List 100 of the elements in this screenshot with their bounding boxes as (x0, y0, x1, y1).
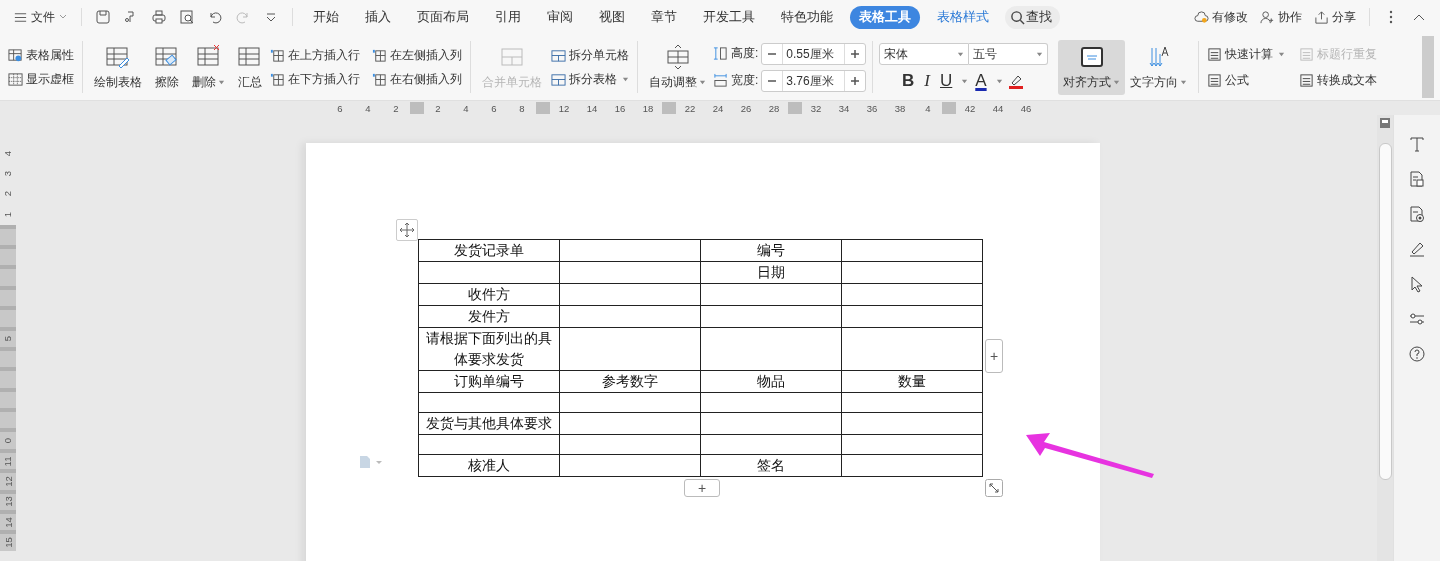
menu-tab[interactable]: 插入 (356, 5, 400, 29)
italic-button[interactable]: I (921, 71, 933, 91)
document-bookmark-icon[interactable] (1408, 170, 1426, 188)
text-direction-button[interactable]: 文字方向 (1125, 40, 1193, 94)
split-button[interactable]: 拆分表格 (549, 69, 631, 89)
ruler-marker[interactable] (942, 102, 956, 114)
changes-button[interactable]: 有修改 (1189, 5, 1253, 29)
dashed-grid-icon (8, 71, 23, 87)
calc-button[interactable]: 公式 (1205, 70, 1288, 90)
font-color-button[interactable]: A (972, 71, 990, 91)
split-table-icon (551, 71, 566, 87)
menu-tab[interactable]: 特色功能 (772, 5, 842, 29)
insert-button[interactable]: 在右侧插入列 (370, 69, 464, 89)
file-menu[interactable]: 文件 (8, 5, 73, 29)
resize-handle-icon[interactable] (985, 479, 1003, 497)
insert-button[interactable]: 在上方插入行 (268, 45, 362, 65)
ruler-number: 32 (809, 102, 823, 114)
share-button[interactable]: 分享 (1309, 5, 1361, 29)
show-gridlines-button[interactable]: 显示虚框 (6, 69, 76, 89)
search-icon (1010, 9, 1025, 25)
ruler-number: 46 (1019, 102, 1033, 114)
search-button[interactable]: 查找 (1005, 5, 1060, 29)
font-family-select[interactable]: 宋体 (879, 43, 970, 65)
caret-icon[interactable] (961, 77, 969, 85)
table-cell: 数量 (841, 370, 983, 393)
menu-tab[interactable]: 开始 (304, 5, 348, 29)
ruler-number: 12 (2, 476, 14, 487)
split-button[interactable]: 拆分单元格 (549, 45, 631, 65)
height-icon (713, 46, 728, 61)
ribbon-button[interactable]: 绘制表格 (89, 40, 147, 94)
menu-tab[interactable]: 审阅 (538, 5, 582, 29)
ruler-number: 4 (364, 102, 372, 114)
ruler-number: 22 (683, 102, 697, 114)
menu-tab[interactable]: 表格工具 (850, 5, 920, 29)
undo-icon[interactable] (207, 9, 223, 25)
insert-button[interactable]: 在下方插入行 (268, 69, 362, 89)
font-size-select[interactable]: 五号 (969, 43, 1049, 65)
auto-fit-icon (664, 43, 691, 70)
caret-icon (218, 78, 225, 86)
ruler-number: 18 (641, 102, 655, 114)
calc-button[interactable]: 快速计算 (1205, 44, 1288, 64)
caret-icon (1278, 50, 1286, 58)
calculator-icon (1207, 46, 1223, 62)
table-cell: 编号 (700, 239, 842, 262)
menu-tab[interactable]: 引用 (486, 5, 530, 29)
caret-icon (699, 78, 706, 86)
ruler-marker[interactable] (536, 102, 550, 114)
ruler-number: 4 (462, 102, 470, 114)
caret-icon (1180, 78, 1188, 86)
ribbon-button[interactable]: 汇总 (232, 40, 268, 94)
ruler-number: 4 (924, 102, 932, 114)
document-badge-icon[interactable] (1408, 205, 1426, 223)
ruler-number: 3 (2, 170, 14, 177)
ribbon-button[interactable]: 擦除 (149, 40, 185, 94)
menu-tab[interactable]: 视图 (590, 5, 634, 29)
underline-button[interactable]: U (937, 71, 956, 91)
scrollbar-thumb[interactable] (1378, 143, 1392, 480)
menu-tab[interactable]: 表格样式 (928, 5, 998, 29)
insert-table-icon (372, 47, 387, 63)
ruler-number: 15 (2, 537, 14, 548)
caret-icon[interactable] (995, 77, 1003, 85)
table-cell: 订购单编号 (418, 370, 560, 393)
table-cell: 请根据下面列出的具体要求发货 (418, 327, 560, 371)
insert-button[interactable]: 在左侧插入列 (370, 45, 464, 65)
height-label: 高度: (731, 45, 759, 62)
align-button[interactable]: 对齐方式 (1058, 39, 1126, 95)
ruler-marker[interactable] (662, 102, 676, 114)
save-icon[interactable] (95, 9, 111, 25)
help-icon[interactable] (1408, 345, 1426, 363)
ruler-number: 12 (557, 102, 571, 114)
add-row-button[interactable]: + (684, 479, 720, 497)
bold-button[interactable]: B (899, 71, 918, 91)
menu-tab[interactable]: 章节 (642, 5, 686, 29)
insert-table-icon (270, 47, 285, 63)
print-preview-icon[interactable] (179, 9, 195, 25)
ribbon-button[interactable]: 删除 (187, 40, 230, 94)
menu-tab[interactable]: 页面布局 (408, 5, 478, 29)
ruler-number: 42 (963, 102, 977, 114)
table-properties-button[interactable]: 表格属性 (6, 45, 76, 65)
print-icon[interactable] (151, 9, 167, 25)
table-info-icon (8, 47, 23, 63)
insert-table-icon (270, 71, 285, 87)
sliders-icon[interactable] (1408, 310, 1426, 328)
calc-button[interactable]: 转换成文本 (1297, 70, 1380, 90)
auto-fit-button[interactable]: 自动调整 (644, 40, 711, 94)
collaborate-button[interactable]: 协作 (1255, 5, 1307, 29)
table-cell: 发货与其他具体要求 (418, 412, 560, 435)
add-user-icon (1260, 9, 1275, 25)
pen-icon[interactable] (1408, 240, 1426, 258)
add-column-button[interactable]: + (985, 339, 1003, 373)
ruler-marker[interactable] (410, 102, 424, 114)
ruler-number: 6 (336, 102, 344, 114)
ruler-number: 28 (767, 102, 781, 114)
ruler-number: 36 (865, 102, 879, 114)
ruler-number: 2 (434, 102, 442, 114)
move-handle-icon[interactable] (396, 219, 418, 241)
ruler-marker[interactable] (788, 102, 802, 114)
ruler-toggle-icon[interactable] (1379, 117, 1391, 129)
text-icon[interactable] (1408, 135, 1426, 153)
menu-tab[interactable]: 开发工具 (694, 5, 764, 29)
